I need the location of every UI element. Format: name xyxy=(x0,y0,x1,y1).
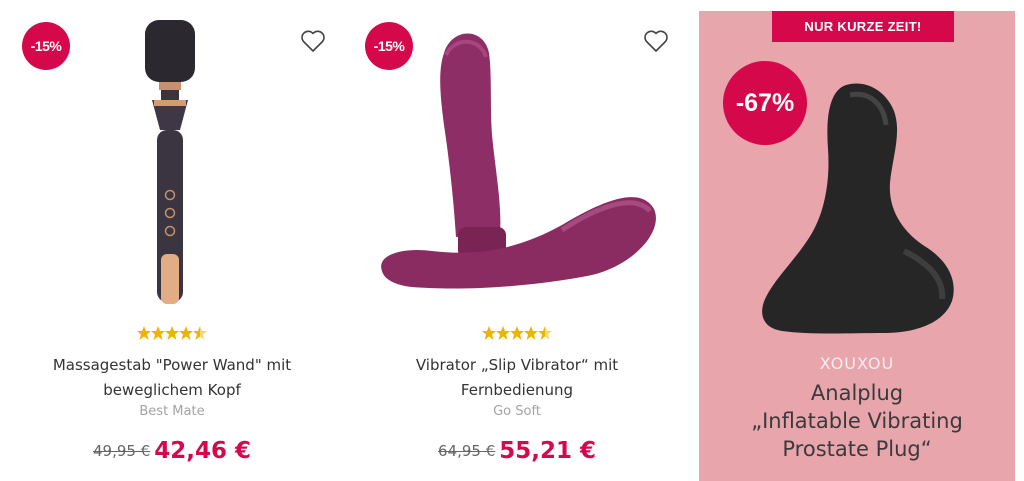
rating-stars xyxy=(482,325,552,341)
old-price: 49,95 € xyxy=(92,442,151,460)
promo-brand: XOUXOU xyxy=(819,354,895,373)
promo-title-line-2[interactable]: „Inflatable Vibrating xyxy=(699,407,1015,435)
new-price: 55,21 € xyxy=(499,438,597,464)
product-title[interactable]: Massagestab "Power Wand" mit beweglichem… xyxy=(0,353,344,403)
product-title[interactable]: Vibrator „Slip Vibrator“ mit Fernbedienu… xyxy=(344,353,690,403)
promo-card-prostate-plug[interactable]: NUR KURZE ZEIT! -67% XOUXOU Analplug „In… xyxy=(699,11,1015,481)
rating-stars xyxy=(137,325,207,341)
product-title-line-1[interactable]: Massagestab "Power Wand" mit xyxy=(0,353,344,378)
promo-title-line-1[interactable]: Analplug xyxy=(699,379,1015,407)
promo-title-line-3[interactable]: Prostate Plug“ xyxy=(699,435,1015,463)
product-image-slip-vibrator[interactable] xyxy=(372,25,672,295)
product-title-line-2[interactable]: Fernbedienung xyxy=(344,378,690,403)
product-image-power-wand[interactable] xyxy=(130,18,210,308)
product-title-line-1[interactable]: Vibrator „Slip Vibrator“ mit xyxy=(344,353,690,378)
discount-badge: -15% xyxy=(22,22,70,70)
limited-time-tag: NUR KURZE ZEIT! xyxy=(772,11,954,42)
product-price: 64,95 €55,21 € xyxy=(344,438,690,464)
product-card-power-wand[interactable]: -15% Massagestab "Power Wand" mit bewegl… xyxy=(0,0,344,481)
product-price: 49,95 €42,46 € xyxy=(0,438,344,464)
product-brand: Best Mate xyxy=(139,404,205,419)
product-brand: Go Soft xyxy=(493,404,541,419)
new-price: 42,46 € xyxy=(154,438,252,464)
old-price: 64,95 € xyxy=(437,442,496,460)
heart-icon[interactable] xyxy=(300,29,326,53)
promo-product-title[interactable]: Analplug „Inflatable Vibrating Prostate … xyxy=(699,379,1015,463)
discount-badge-large: -67% xyxy=(723,61,807,145)
product-title-line-2[interactable]: beweglichem Kopf xyxy=(0,378,344,403)
product-card-slip-vibrator[interactable]: -15% Vibrator „Slip Vibrator“ mit Fernbe… xyxy=(344,0,690,481)
